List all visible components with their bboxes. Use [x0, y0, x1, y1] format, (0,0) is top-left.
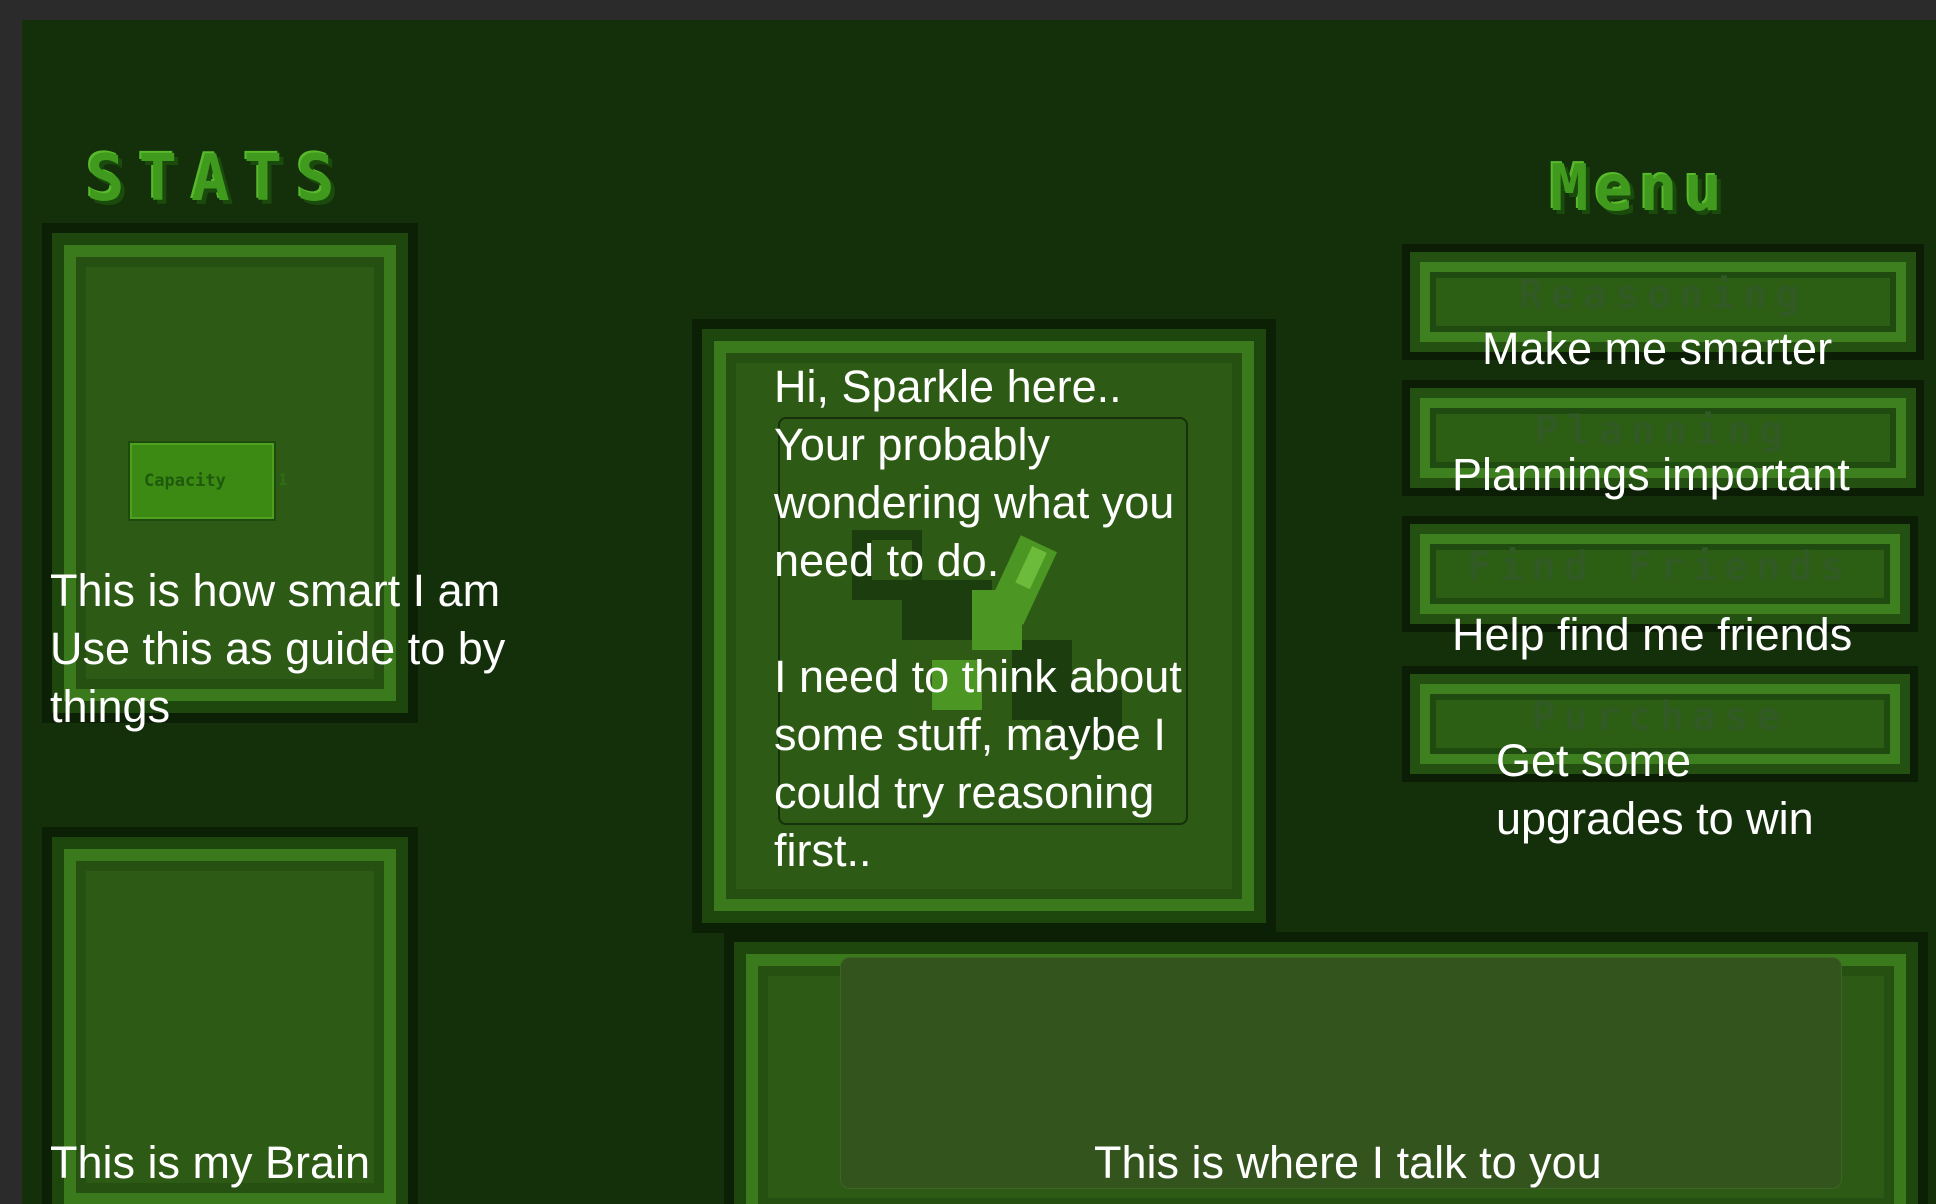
menu-title: Menu	[1550, 152, 1729, 226]
reasoning-note: Make me smarter	[1482, 323, 1833, 374]
capacity-value: 1	[278, 470, 288, 489]
sparkle-intro: Hi, Sparkle here.. Your probably wonderi…	[774, 361, 1182, 876]
find-friends-button-label: Find Friends	[1467, 544, 1853, 590]
brain-note: This is my Brain	[50, 1137, 371, 1188]
purchase-note: Get some upgrades to win	[1496, 735, 1814, 844]
dialog-note: This is where I talk to you	[1094, 1137, 1602, 1188]
capacity-meter: Capacity	[130, 443, 274, 519]
friends-note: Help find me friends	[1452, 609, 1853, 660]
stats-title: STATS	[86, 142, 349, 216]
reasoning-button-label: Reasoning	[1518, 272, 1808, 318]
planning-note: Plannings important	[1452, 449, 1850, 500]
game-screen: STATS Capacity 1 Menu Reasoning Planning…	[22, 20, 1936, 1204]
capacity-label: Capacity	[144, 471, 226, 491]
stats-note: This is how smart I am Use this as guide…	[50, 565, 506, 732]
